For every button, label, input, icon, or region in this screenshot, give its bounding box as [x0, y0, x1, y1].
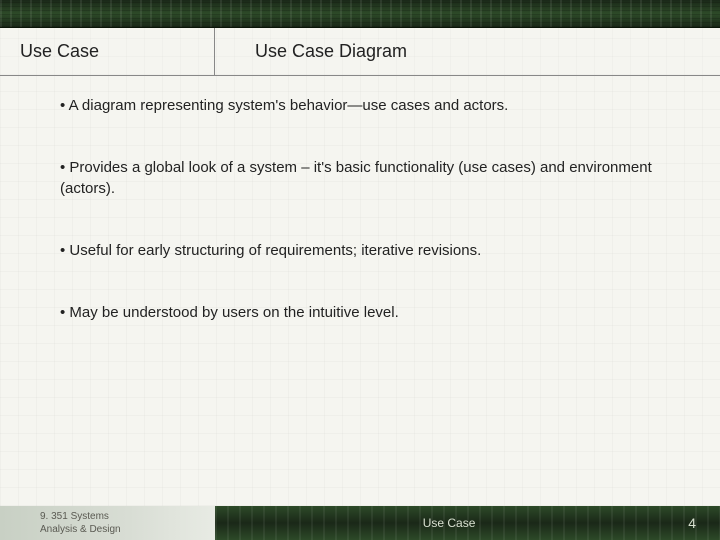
- footer-course-line2: Analysis & Design: [40, 524, 205, 537]
- footer: 9. 351 Systems Analysis & Design Use Cas…: [0, 506, 720, 540]
- footer-page-number: 4: [688, 515, 696, 531]
- footer-bar: Use Case 4: [215, 506, 720, 540]
- bullet-item: • May be understood by users on the intu…: [60, 303, 680, 323]
- footer-course-info: 9. 351 Systems Analysis & Design: [0, 506, 215, 540]
- top-decorative-banner: [0, 0, 720, 28]
- slide-content: • A diagram representing system's behavi…: [0, 76, 720, 506]
- header-section-label: Use Case: [0, 28, 215, 75]
- slide-title: Use Case Diagram: [215, 41, 407, 62]
- bullet-item: • Provides a global look of a system – i…: [60, 158, 680, 199]
- bullet-item: • Useful for early structuring of requir…: [60, 241, 680, 261]
- footer-center-label: Use Case: [423, 516, 476, 530]
- footer-course-line1: 9. 351 Systems: [40, 511, 205, 524]
- header-row: Use Case Use Case Diagram: [0, 28, 720, 76]
- bullet-item: • A diagram representing system's behavi…: [60, 96, 680, 116]
